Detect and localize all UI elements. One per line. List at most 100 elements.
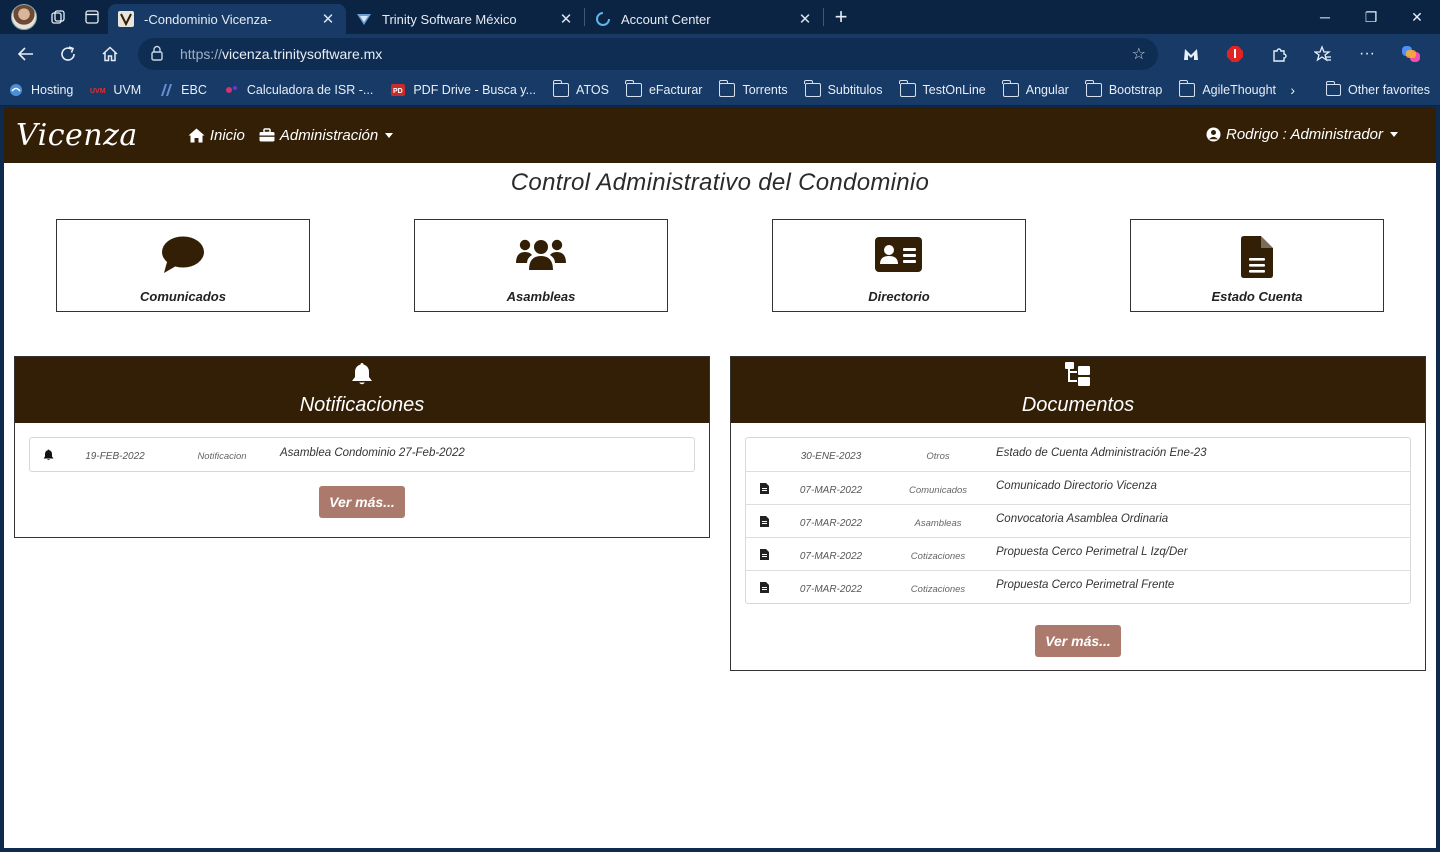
brand-logo[interactable]: Vicenza	[16, 118, 138, 153]
favorite-uvm[interactable]: UVM UVM	[90, 83, 141, 97]
folder-icon	[625, 79, 642, 97]
favorite-pdf-drive[interactable]: PD PDF Drive - Busca y...	[390, 83, 536, 97]
favorite-label: Hosting	[31, 82, 74, 97]
malwarebytes-icon[interactable]	[1172, 38, 1210, 70]
user-circle-icon	[1206, 127, 1221, 142]
chevron-right-icon[interactable]: ›	[1290, 82, 1295, 98]
trinity-favicon-icon	[357, 14, 371, 25]
favorite-torrents[interactable]: Torrents	[718, 79, 788, 97]
list-item[interactable]: 07-MAR-2022 Comunicados Comunicado Direc…	[746, 471, 1410, 504]
favorite-star-icon[interactable]: ☆	[1132, 44, 1146, 64]
card-directorio[interactable]: Directorio	[772, 219, 1026, 312]
favorite-agilethought[interactable]: AgileThought	[1178, 79, 1277, 97]
favorite-label: EBC	[181, 82, 207, 97]
favorite-efacturar[interactable]: eFacturar	[625, 79, 702, 97]
card-estado-cuenta[interactable]: Estado Cuenta	[1130, 219, 1384, 312]
nav-home-label: Inicio	[209, 126, 245, 144]
tab-actions-icon[interactable]	[76, 3, 108, 31]
item-date: 30-ENE-2023	[800, 451, 862, 462]
close-icon[interactable]: ✕	[797, 10, 813, 28]
home-icon[interactable]	[92, 38, 128, 70]
restore-icon[interactable]: ❐	[1348, 0, 1394, 34]
favorite-label: Angular	[1025, 82, 1069, 97]
notifications-list: 19-FEB-2022 Notificacion Asamblea Condom…	[29, 437, 695, 472]
tab-condominio[interactable]: -Condominio Vicenza- ✕	[108, 4, 346, 34]
list-item[interactable]: 19-FEB-2022 Notificacion Asamblea Condom…	[30, 438, 694, 471]
favorite-testonline[interactable]: TestOnLine	[899, 79, 986, 97]
address-row: https://vicenza.trinitysoftware.mx ☆ ···	[0, 34, 1440, 74]
more-options-icon[interactable]: ···	[1348, 38, 1386, 70]
item-title: Estado de Cuenta Administración Ene-23	[996, 446, 1207, 459]
new-tab-button[interactable]: +	[824, 3, 858, 31]
favorites-icon[interactable]	[1304, 38, 1342, 70]
card-asambleas[interactable]: Asambleas	[414, 219, 668, 312]
tab-title: Account Center	[621, 11, 711, 27]
favorite-angular[interactable]: Angular	[1002, 79, 1069, 97]
extensions-icon[interactable]	[1260, 38, 1298, 70]
list-item[interactable]: 30-ENE-2023 Otros Estado de Cuenta Admin…	[746, 438, 1410, 471]
bell-icon	[352, 363, 372, 385]
browser-window: -Condominio Vicenza- ✕ Trinity Software …	[0, 0, 1440, 852]
close-icon[interactable]: ✕	[558, 10, 574, 28]
list-item[interactable]: 07-MAR-2022 Cotizaciones Propuesta Cerco…	[746, 537, 1410, 570]
favorite-hosting[interactable]: Hosting	[8, 83, 73, 97]
nav-home-link[interactable]: Inicio	[188, 127, 245, 144]
list-item[interactable]: 07-MAR-2022 Asambleas Convocatoria Asamb…	[746, 504, 1410, 537]
back-icon[interactable]	[8, 38, 44, 70]
tab-title: -Condominio Vicenza-	[144, 11, 272, 27]
user-menu[interactable]: Rodrigo : Administrador	[1206, 126, 1398, 143]
tab-strip-left	[0, 3, 108, 31]
item-title: Propuesta Cerco Perimetral L Izq/Der	[996, 546, 1188, 558]
comment-icon	[162, 236, 204, 273]
favorite-calculadora[interactable]: Calculadora de ISR -...	[224, 83, 373, 97]
favorite-bootstrap[interactable]: Bootstrap	[1085, 79, 1162, 97]
favorite-atos[interactable]: ATOS	[552, 79, 609, 97]
profile-avatar[interactable]	[8, 3, 40, 31]
window-close-icon[interactable]: ✕	[1394, 0, 1440, 34]
notifications-more-button[interactable]: Ver más...	[319, 486, 405, 518]
card-label: Directorio	[868, 289, 930, 304]
favorite-label: Subtitulos	[827, 82, 883, 97]
documents-more-button[interactable]: Ver más...	[1035, 625, 1121, 657]
item-date: 07-MAR-2022	[799, 583, 863, 595]
documents-title: Documentos	[1021, 394, 1135, 416]
notifications-title: Notificaciones	[299, 394, 425, 416]
list-item[interactable]: 07-MAR-2022 Cotizaciones Propuesta Cerco…	[746, 570, 1410, 603]
url-text[interactable]: https://vicenza.trinitysoftware.mx	[180, 46, 1132, 62]
close-icon[interactable]: ✕	[320, 10, 336, 28]
folder-icon	[552, 79, 570, 97]
folder-icon	[1002, 79, 1019, 97]
refresh-icon[interactable]	[50, 38, 86, 70]
card-label: Comunicados	[140, 289, 226, 304]
other-favorites[interactable]: Other favorites	[1325, 81, 1430, 97]
page-title: Control Administrativo del Condominio	[510, 169, 930, 196]
document-icon	[746, 581, 782, 593]
folder-icon	[1085, 79, 1102, 97]
lock-icon[interactable]	[150, 45, 168, 64]
favorite-label: AgileThought	[1202, 82, 1277, 97]
workspaces-icon[interactable]	[42, 3, 74, 31]
extensions-area: ···	[1172, 38, 1430, 70]
users-icon	[516, 239, 566, 270]
item-date: 07-MAR-2022	[799, 517, 863, 529]
item-category: Cotizaciones	[910, 550, 966, 562]
nav-admin-label: Administración	[279, 126, 379, 144]
item-title: Comunicado Directorio Vicenza	[996, 480, 1157, 492]
copilot-icon[interactable]	[1392, 38, 1430, 70]
favorite-ebc[interactable]: EBC	[158, 83, 207, 97]
favorite-subtitulos[interactable]: Subtitulos	[804, 79, 883, 97]
item-title: Propuesta Cerco Perimetral Frente	[996, 579, 1175, 591]
nav-admin-dropdown[interactable]: Administración	[259, 126, 394, 144]
caret-down-icon	[1390, 132, 1398, 137]
item-category: Asambleas	[914, 517, 962, 529]
tab-trinity[interactable]: Trinity Software México ✕	[346, 4, 584, 34]
url-protocol: https://	[180, 46, 223, 62]
adblock-icon[interactable]	[1216, 38, 1254, 70]
tab-account-center[interactable]: Account Center ✕	[585, 4, 823, 34]
card-comunicados[interactable]: Comunicados	[56, 219, 310, 312]
address-bar[interactable]: https://vicenza.trinitysoftware.mx ☆	[138, 38, 1158, 70]
file-icon	[1241, 236, 1273, 278]
favorite-label: TestOnLine	[922, 82, 986, 97]
minimize-icon[interactable]: ─	[1302, 0, 1348, 34]
id-card-icon	[875, 237, 922, 272]
